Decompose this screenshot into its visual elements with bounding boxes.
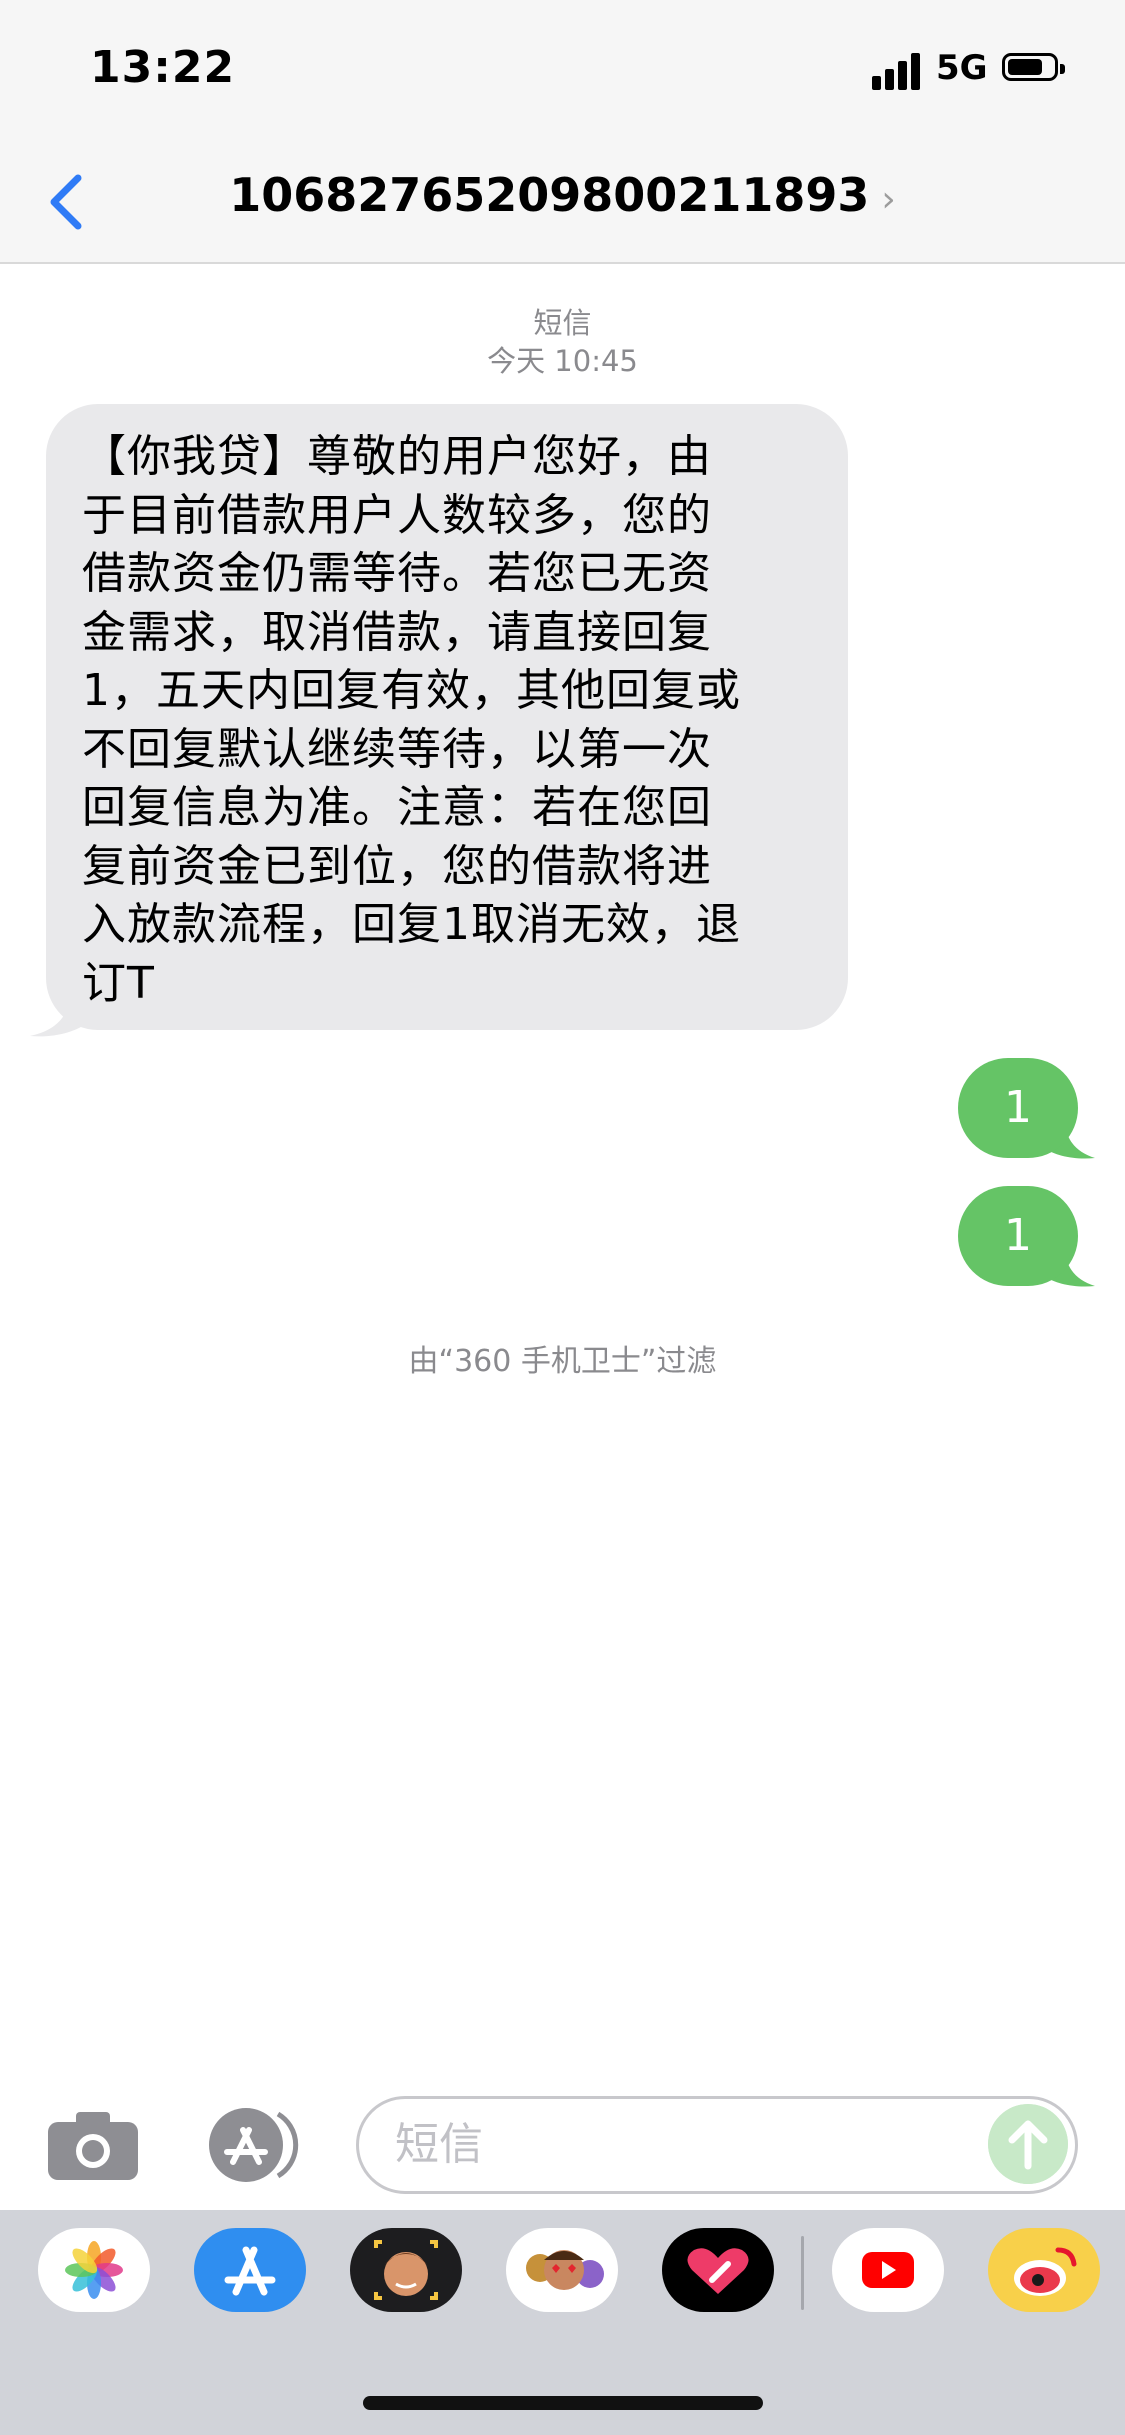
outgoing-message-bubble[interactable]: 1 xyxy=(958,1058,1078,1158)
incoming-message-line: 【你我贷】尊敬的用户您好，由 xyxy=(82,431,712,482)
incoming-message-line: 于目前借款用户人数较多，您的 xyxy=(82,489,712,541)
contact-number[interactable]: 10682765209800211893 xyxy=(229,168,869,222)
memoji-app-icon[interactable] xyxy=(350,2228,462,2312)
message-service-label: 短信 xyxy=(533,306,592,340)
incoming-message-line: 借款资金仍需等待。若您已无资 xyxy=(82,548,712,599)
incoming-message-bubble[interactable]: 【你我贷】尊敬的用户您好，由 于目前借款用户人数较多，您的 借款资金仍需等待。若… xyxy=(46,404,848,1030)
weibo-app-icon[interactable] xyxy=(988,2228,1100,2312)
incoming-message-line: 不回复默认继续等待，以第一次 xyxy=(82,723,712,775)
cellular-signal-icon xyxy=(872,50,922,90)
message-input[interactable]: 短信 xyxy=(356,2096,1078,2194)
digital-touch-app-icon[interactable] xyxy=(662,2228,774,2312)
dock-divider xyxy=(801,2236,804,2310)
youtube-app-icon[interactable] xyxy=(832,2228,944,2312)
incoming-message-line: 订T xyxy=(82,957,155,1009)
home-indicator[interactable] xyxy=(363,2396,763,2410)
status-bar: 13:22 5G xyxy=(0,0,1125,140)
conversation-header: 10682765209800211893 › xyxy=(0,140,1125,264)
animoji-app-icon[interactable] xyxy=(506,2228,618,2312)
incoming-message-line: 回复信息为准。注意：若在您回 xyxy=(82,782,712,833)
incoming-message-line: 复前资金已到位，您的借款将进 xyxy=(82,840,712,892)
incoming-message-line: 1，五天内回复有效，其他回复或 xyxy=(82,665,741,716)
message-timestamp: 今天 10:45 xyxy=(487,344,638,378)
network-type: 5G xyxy=(936,48,988,88)
send-arrow-icon[interactable] xyxy=(988,2104,1068,2184)
status-time: 13:22 xyxy=(90,42,236,93)
chevron-right-icon: › xyxy=(881,179,896,220)
contact-name-button[interactable]: 10682765209800211893 › xyxy=(0,168,1125,222)
photos-app-icon[interactable] xyxy=(38,2228,150,2312)
filter-note: 由“360 手机卫士”过滤 xyxy=(408,1344,717,1379)
camera-icon[interactable] xyxy=(46,2110,140,2182)
battery-icon xyxy=(1002,53,1065,81)
incoming-message-line: 入放款流程，回复1取消无效，退 xyxy=(82,899,741,950)
compose-bar: 短信 xyxy=(0,2080,1125,2210)
incoming-message-line: 金需求，取消借款，请直接回复 xyxy=(82,606,712,658)
app-store-icon[interactable] xyxy=(200,2106,304,2184)
app-store-app-icon[interactable] xyxy=(194,2228,306,2312)
outgoing-message-bubble[interactable]: 1 xyxy=(958,1186,1078,1286)
